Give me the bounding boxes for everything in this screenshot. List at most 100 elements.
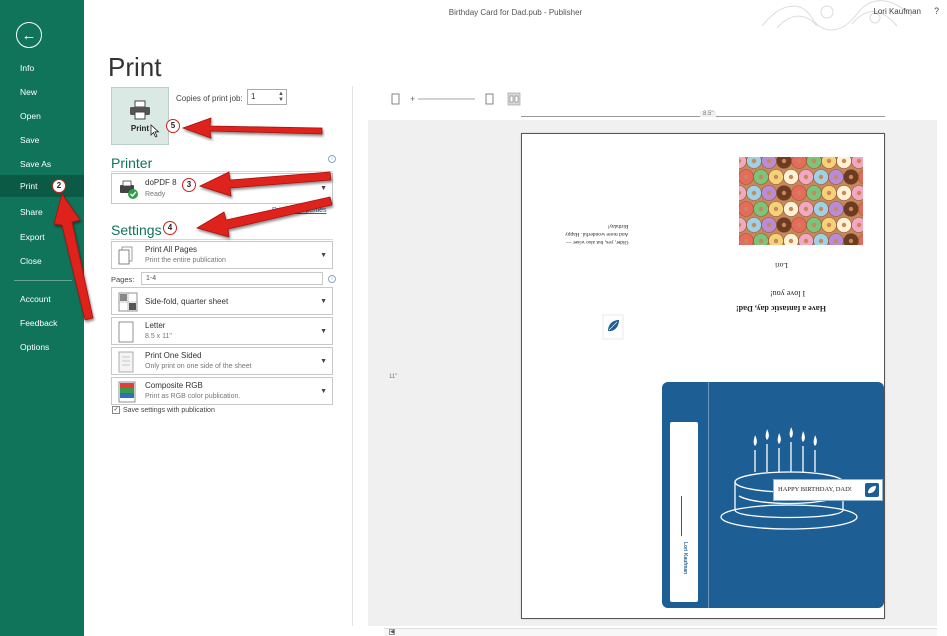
card-signature: Lori	[775, 261, 788, 270]
paper-size-select[interactable]: Letter 8.5 x 11" ▼	[111, 317, 333, 345]
sidebar-item-save[interactable]: Save	[0, 129, 84, 151]
pane-divider	[352, 86, 353, 626]
back-arrow-icon[interactable]: ←	[16, 22, 42, 48]
paper-size-sub: 8.5 x 11"	[145, 333, 172, 340]
card-cover: Lori Kaufman HAPPY BIRTHDAY, DAD!	[662, 382, 884, 608]
printer-ready-icon	[120, 180, 138, 199]
card-inside-message: Older, yes, but also wiser — And more wo…	[565, 222, 629, 246]
multi-page-view-icon[interactable]	[507, 92, 521, 106]
card-line-2: I love you!	[770, 289, 806, 298]
zoom-toolbar: +	[390, 92, 530, 106]
leaf-badge-icon	[865, 483, 879, 497]
printer-name: doPDF 8	[145, 178, 177, 187]
spine-text: Lori Kaufman	[682, 542, 688, 575]
printer-heading-rule	[111, 171, 333, 172]
cover-label: HAPPY BIRTHDAY, DAD!	[773, 479, 883, 501]
pages-icon	[118, 246, 133, 265]
sidebar-item-new[interactable]: New	[0, 81, 84, 103]
sidebar-item-export[interactable]: Export	[0, 226, 84, 248]
document-title: Birthday Card for Dad.pub - Publisher	[448, 8, 583, 17]
printer-select[interactable]: doPDF 8 Ready ▼	[111, 173, 333, 204]
scroll-left-icon[interactable]: ◀	[389, 629, 395, 635]
chevron-down-icon: ▼	[320, 252, 327, 259]
width-ruler-label: 8.5"	[700, 111, 717, 117]
color-select[interactable]: Composite RGB Print as RGB color publica…	[111, 377, 333, 405]
sidebar-item-label: Print	[20, 181, 38, 191]
publisher-backstage-window: ← Info New Open Save Save As Print Share…	[0, 0, 947, 636]
zoom-slider[interactable]: +	[410, 94, 475, 104]
layout-select[interactable]: Side-fold, quarter sheet ▼	[111, 287, 333, 315]
copies-spinner[interactable]: ▲ ▼	[278, 91, 284, 103]
info-icon[interactable]: i	[328, 155, 336, 163]
card-small-line-3: Birthday!	[607, 223, 629, 229]
pages-what-sub: Print the entire publication	[145, 257, 226, 264]
mouse-cursor-icon	[150, 124, 160, 138]
chevron-down-icon: ▼	[320, 388, 327, 395]
layout-label: Side-fold, quarter sheet	[145, 297, 229, 306]
chevron-down-icon: ▼	[320, 185, 327, 192]
card-spine: Lori Kaufman	[670, 422, 698, 602]
copies-value: 1	[251, 92, 256, 101]
sidebar-item-account[interactable]: Account	[0, 288, 84, 310]
printer-properties-link[interactable]: Printer Properties	[272, 207, 326, 214]
color-mode-label: Composite RGB	[145, 381, 203, 390]
checkbox-checked-icon[interactable]: ✓	[112, 406, 120, 414]
pages-input[interactable]: 1-4	[141, 272, 323, 285]
sides-select[interactable]: Print One Sided Only print on one side o…	[111, 347, 333, 375]
printer-status: Ready	[145, 191, 166, 198]
info-icon[interactable]: i	[328, 275, 336, 283]
sides-sub: Only print on one side of the sheet	[145, 363, 252, 370]
horizontal-scrollbar[interactable]	[384, 628, 937, 636]
save-settings-label: Save settings with publication	[123, 406, 215, 414]
page-title: Print	[108, 52, 162, 82]
save-settings-checkbox[interactable]: ✓ Save settings with publication	[112, 406, 215, 414]
page-view-icon[interactable]	[485, 93, 494, 105]
paper-icon	[118, 321, 134, 343]
title-bar: Birthday Card for Dad.pub - Publisher Lo…	[84, 0, 947, 31]
printer-heading: Printer	[111, 155, 153, 171]
one-sided-icon	[118, 351, 134, 373]
sidebar-item-options[interactable]: Options	[0, 336, 84, 358]
sidebar-item-info[interactable]: Info	[0, 57, 84, 79]
color-mode-sub: Print as RGB color publication.	[145, 393, 241, 400]
sidebar-item-close[interactable]: Close	[0, 250, 84, 272]
height-ruler-label: 11"	[389, 374, 398, 380]
chevron-down-icon: ▼	[320, 358, 327, 365]
sidebar-divider	[14, 280, 72, 281]
pages-label: Pages:	[111, 275, 135, 284]
composite-rgb-icon	[118, 381, 136, 403]
help-button[interactable]: ?	[934, 6, 939, 16]
sidebar-item-open[interactable]: Open	[0, 105, 84, 127]
sidebar-item-feedback[interactable]: Feedback	[0, 312, 84, 334]
pages-select[interactable]: Print All Pages Print the entire publica…	[111, 241, 333, 269]
cover-label-text: HAPPY BIRTHDAY, DAD!	[778, 486, 852, 493]
preview-page: Older, yes, but also wiser — And more wo…	[521, 133, 885, 619]
donut-photo	[739, 157, 863, 245]
sides-label: Print One Sided	[145, 351, 202, 360]
sidebar-item-share[interactable]: Share	[0, 201, 84, 223]
user-account-name[interactable]: Lori Kaufman	[873, 7, 921, 16]
print-button[interactable]: Print	[111, 87, 169, 145]
card-small-line-2: And more wonderful. Happy	[565, 231, 629, 237]
step-badge-settings: 4	[163, 221, 177, 235]
cover-fold-line	[708, 382, 709, 608]
chevron-down-icon: ▼	[320, 328, 327, 335]
decorative-flourish	[761, 0, 913, 31]
svg-text:+: +	[410, 94, 415, 104]
settings-heading-rule	[111, 239, 333, 240]
side-fold-layout-icon	[118, 292, 138, 312]
birthday-cake-illustration	[720, 427, 858, 530]
single-page-view-icon[interactable]	[391, 93, 400, 105]
step-badge-print-tab: 2	[52, 179, 66, 193]
card-line-1: Have a fantastic day, Dad!	[736, 304, 826, 313]
sidebar-item-save-as[interactable]: Save As	[0, 153, 84, 175]
sidebar-item-print[interactable]: Print	[0, 175, 84, 197]
copies-input[interactable]: 1 ▲ ▼	[247, 89, 287, 105]
leaf-logo-icon	[602, 314, 624, 340]
backstage-sidebar: ← Info New Open Save Save As Print Share…	[0, 0, 84, 636]
paper-size-label: Letter	[145, 321, 166, 330]
arrow-to-print-button	[181, 117, 323, 139]
card-small-line-1: Older, yes, but also wiser —	[565, 239, 629, 245]
copies-label: Copies of print job:	[176, 94, 243, 103]
pages-what-label: Print All Pages	[145, 245, 198, 254]
